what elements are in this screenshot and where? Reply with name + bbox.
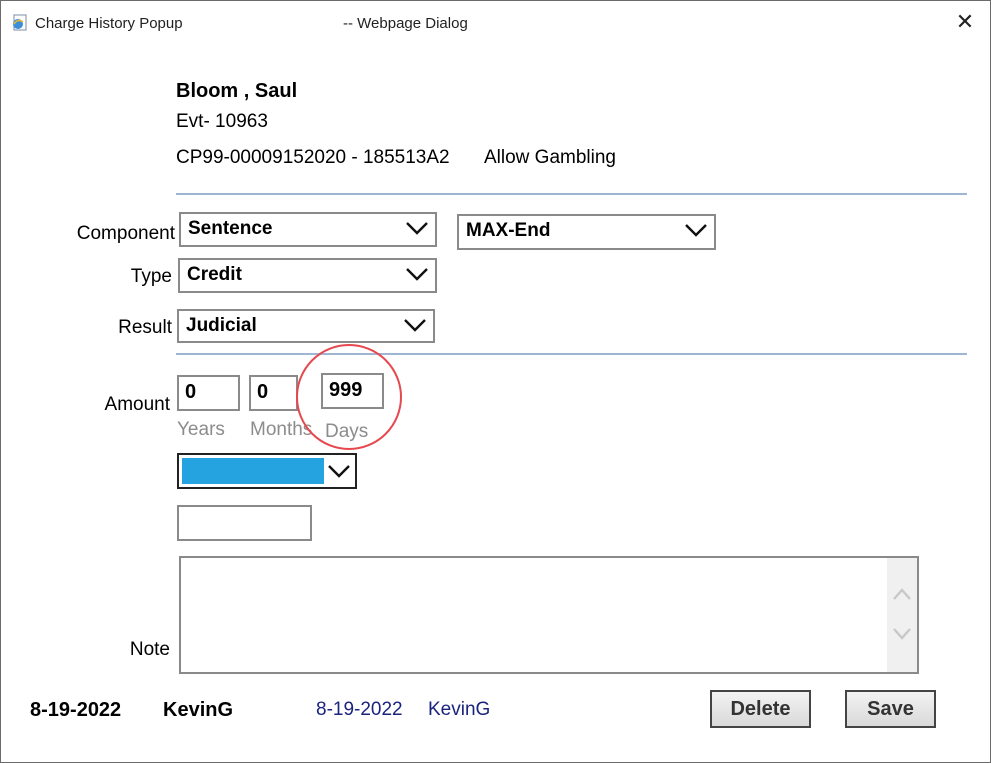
component-label: Component bbox=[76, 223, 175, 244]
modified-date: 8-19-2022 bbox=[316, 699, 403, 720]
years-input[interactable]: 0 bbox=[177, 375, 240, 411]
chevron-down-icon bbox=[404, 319, 426, 332]
person-name: Bloom , Saul bbox=[176, 80, 298, 102]
event-number: Evt- 10963 bbox=[176, 111, 268, 132]
scroll-up-icon[interactable] bbox=[892, 586, 912, 602]
text-input[interactable] bbox=[177, 505, 312, 541]
ie-page-icon bbox=[13, 14, 27, 31]
component-sub-value: MAX-End bbox=[466, 220, 551, 241]
charge-description: Allow Gambling bbox=[484, 147, 616, 168]
chevron-down-icon bbox=[685, 224, 707, 237]
component-value: Sentence bbox=[188, 218, 273, 239]
result-value: Judicial bbox=[186, 315, 257, 336]
note-textarea[interactable] bbox=[179, 556, 919, 674]
result-select[interactable]: Judicial bbox=[177, 309, 435, 343]
chevron-down-icon bbox=[328, 465, 350, 478]
window-title: Charge History Popup bbox=[35, 15, 183, 32]
component-select[interactable]: Sentence bbox=[179, 212, 437, 247]
type-label: Type bbox=[130, 266, 172, 287]
scroll-down-icon[interactable] bbox=[892, 626, 912, 642]
color-select-fill bbox=[182, 458, 324, 484]
created-user: KevinG bbox=[163, 699, 234, 721]
months-input[interactable]: 0 bbox=[249, 375, 298, 411]
component-sub-select[interactable]: MAX-End bbox=[457, 214, 716, 250]
highlight-circle bbox=[296, 344, 402, 450]
note-scrollbar[interactable] bbox=[887, 558, 917, 672]
amount-label: Amount bbox=[104, 394, 170, 415]
chevron-down-icon bbox=[406, 222, 428, 235]
type-select[interactable]: Credit bbox=[178, 258, 437, 293]
close-icon[interactable]: ✕ bbox=[952, 9, 978, 35]
modified-user: KevinG bbox=[428, 699, 491, 720]
years-caption: Years bbox=[177, 419, 225, 440]
divider-top bbox=[176, 193, 967, 195]
note-label: Note bbox=[129, 639, 170, 660]
window-title-suffix: -- Webpage Dialog bbox=[343, 15, 468, 32]
created-date: 8-19-2022 bbox=[30, 699, 122, 721]
dialog-window: Charge History Popup -- Webpage Dialog ✕… bbox=[0, 0, 991, 763]
type-value: Credit bbox=[187, 264, 242, 285]
result-label: Result bbox=[118, 317, 172, 338]
title-bar: Charge History Popup -- Webpage Dialog ✕ bbox=[1, 1, 990, 43]
chevron-down-icon bbox=[406, 268, 428, 281]
delete-button[interactable]: Delete bbox=[710, 690, 811, 728]
save-button[interactable]: Save bbox=[845, 690, 936, 728]
divider-middle bbox=[176, 353, 967, 355]
charge-code: CP99-00009152020 - 185513A2 bbox=[176, 147, 450, 168]
color-select[interactable] bbox=[177, 453, 357, 489]
